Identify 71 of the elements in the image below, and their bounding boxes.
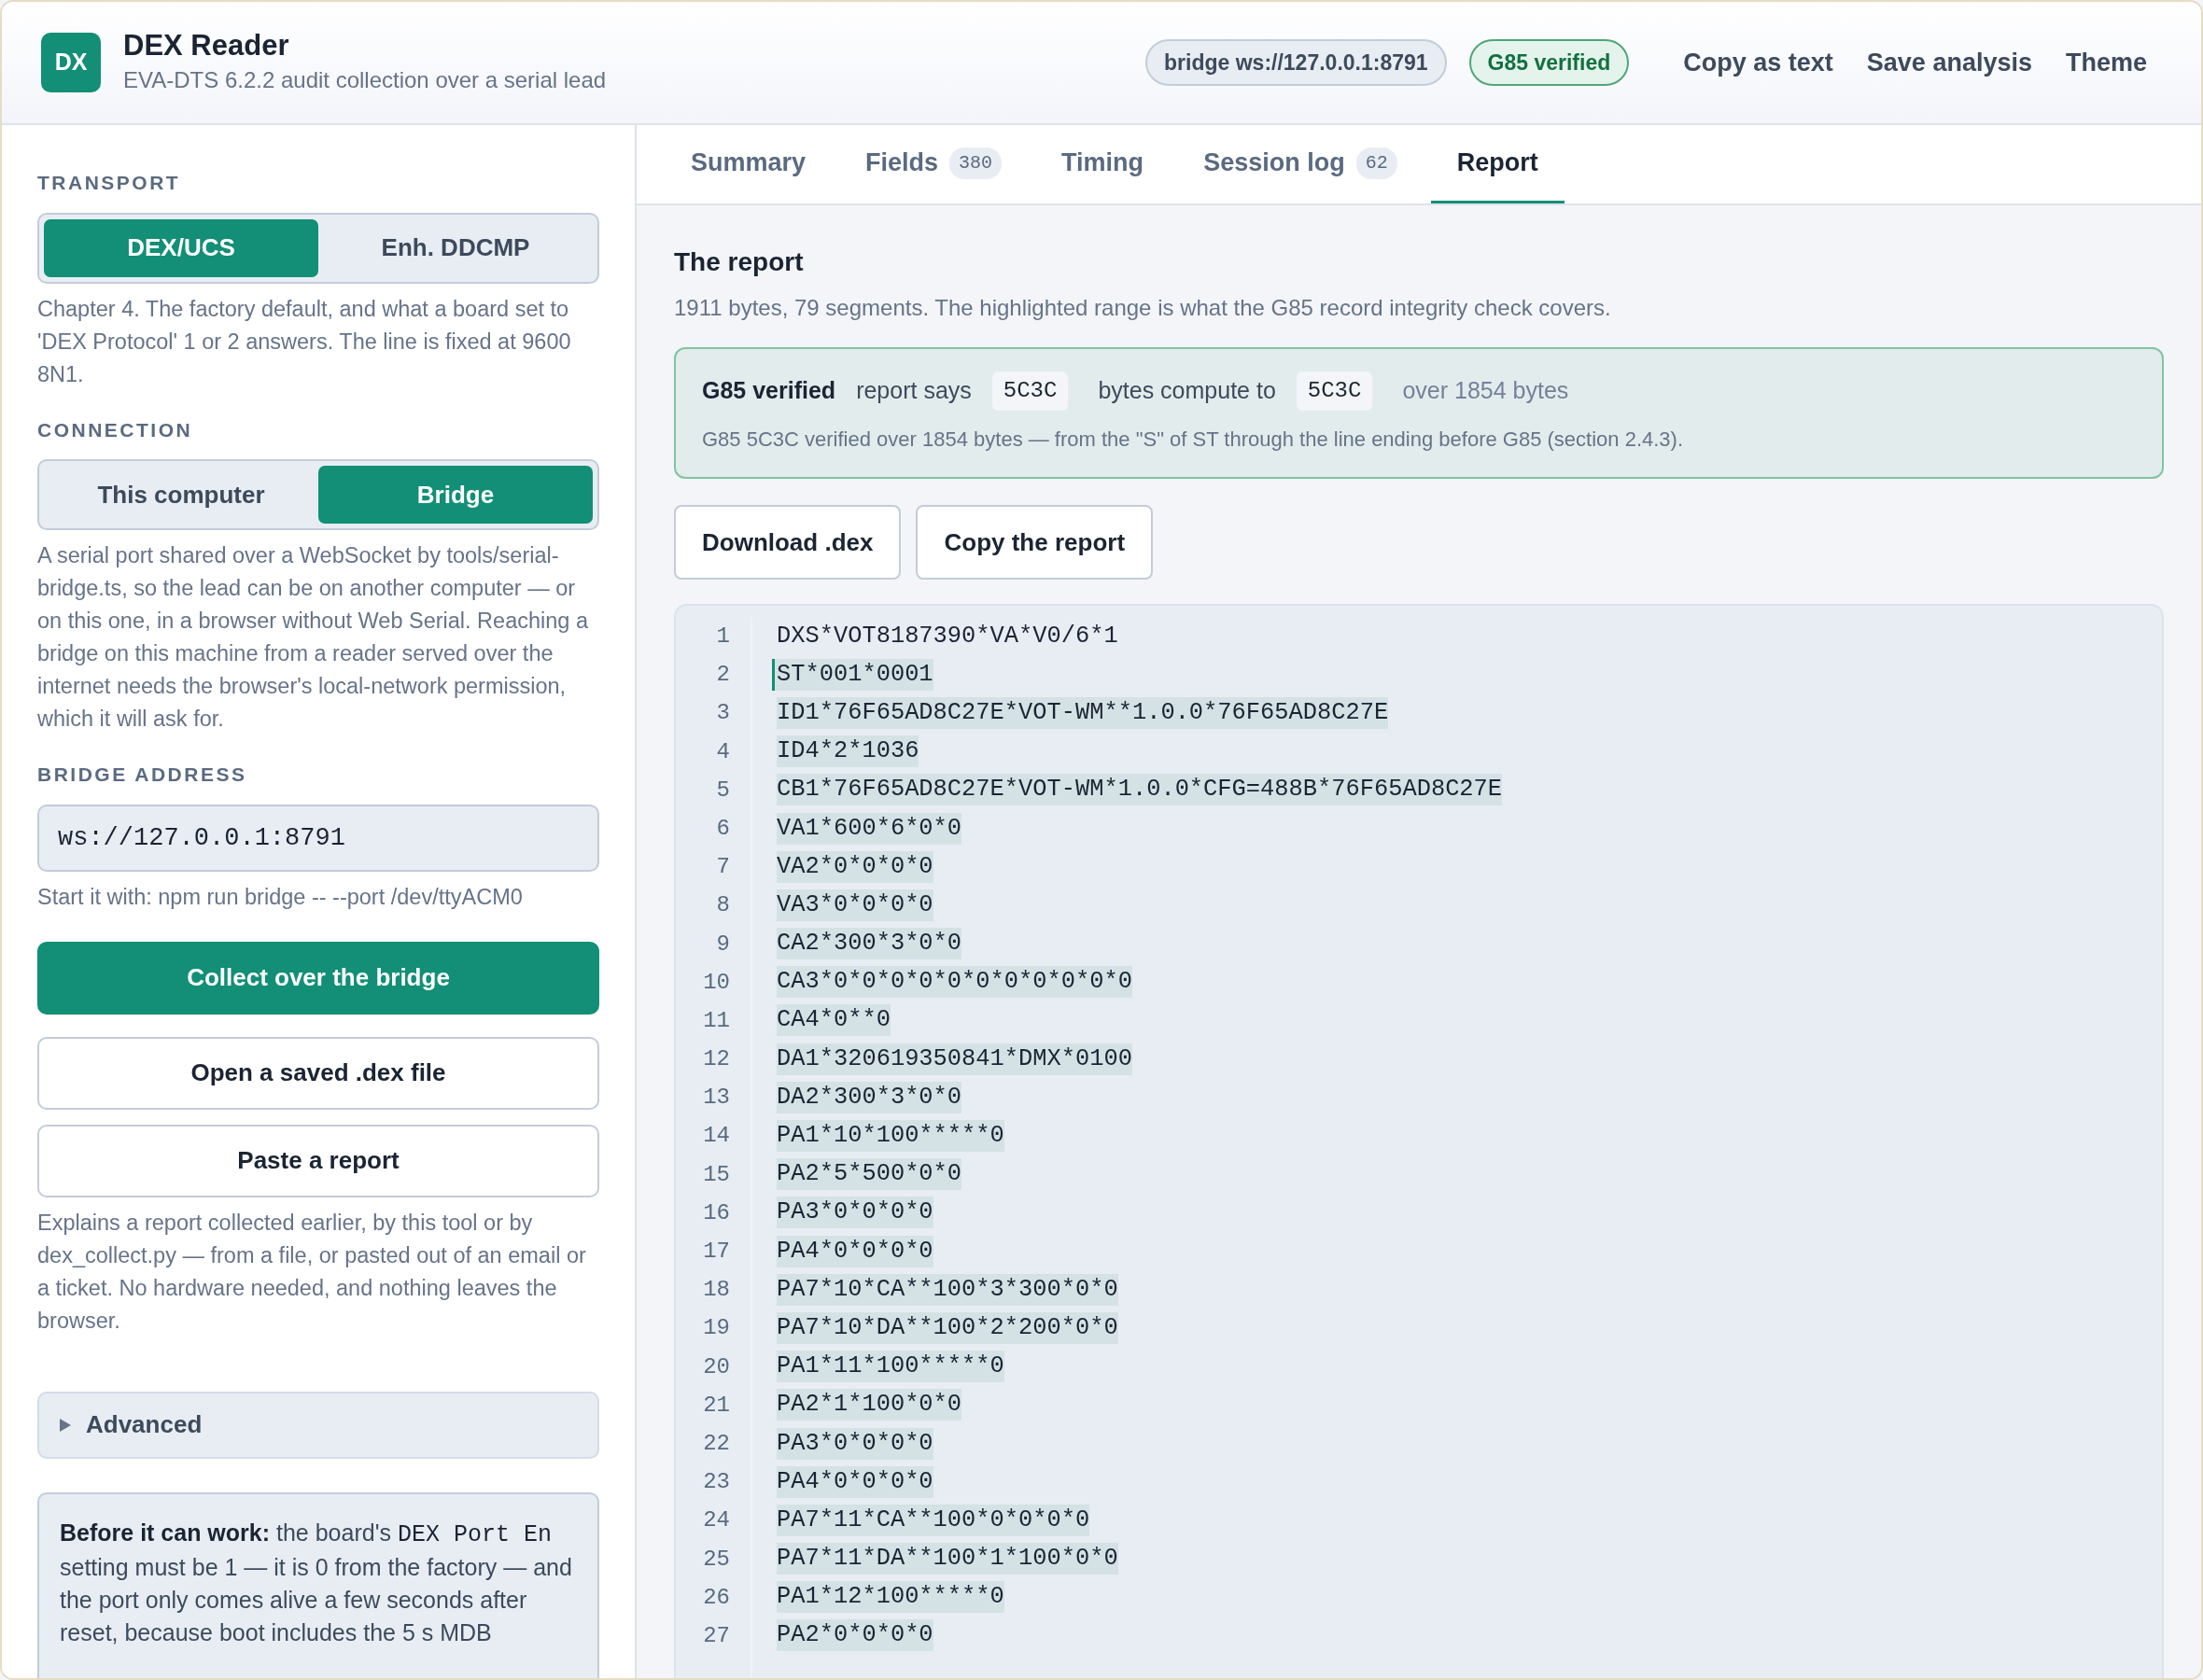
check-label: bytes compute to [1098, 376, 1276, 406]
line-number: 16 [702, 1198, 731, 1227]
line-number: 13 [702, 1084, 731, 1113]
line-number: 10 [702, 968, 731, 997]
line-number: 24 [702, 1506, 731, 1535]
line-number: 6 [715, 814, 731, 843]
count-badge: 62 [1355, 147, 1397, 179]
sidebar-button[interactable]: Collect over the bridge [37, 941, 599, 1015]
status-pill: G85 verified [1468, 38, 1630, 87]
line-number: 21 [702, 1391, 731, 1420]
tab[interactable]: Summary [665, 125, 833, 203]
byte-count: over 1854 bytes [1402, 376, 1569, 406]
line-number: 15 [702, 1160, 731, 1189]
tab[interactable]: Report [1430, 125, 1565, 203]
line-number: 5 [715, 776, 731, 805]
line-number: 26 [702, 1583, 731, 1612]
check-title: G85 verified [702, 376, 836, 406]
line-number: 23 [702, 1468, 731, 1497]
code-line: DXS*VOT8187390*VA*V0/6*1 [777, 621, 1118, 651]
help-text: Explains a report collected earlier, by this tool or by dex_collect.py — from a file, or pasted out of an email or a ticket. No hardware needed, and nothing leaves the browser. [37, 1209, 587, 1335]
header-action-button[interactable]: Copy as text [1666, 43, 1850, 82]
line-number: 22 [702, 1429, 731, 1458]
line-number: 14 [702, 1122, 731, 1151]
header-action-button[interactable]: Theme [2048, 43, 2164, 82]
tab[interactable]: Timing [1035, 125, 1171, 203]
line-number: 8 [715, 891, 731, 920]
section-heading: BRIDGE ADDRESS [37, 763, 248, 787]
line-number: 17 [702, 1238, 731, 1266]
segment-option[interactable]: DEX/UCS [44, 218, 318, 277]
count-badge: 380 [949, 147, 1003, 179]
checksum-value: 5C3C [1296, 371, 1373, 411]
help-text: Chapter 4. The factory default, and what a board set to 'DEX Protocol' 1 or 2 answers. The line is fixed at 9600 8N1. [37, 295, 572, 388]
line-number: 19 [702, 1314, 731, 1343]
section-heading: TRANSPORT [37, 171, 182, 195]
line-number: 12 [702, 1045, 731, 1074]
app-subtitle: EVA-DTS 6.2.2 audit collection over a serial lead [123, 65, 608, 94]
report-button[interactable]: Copy the report [916, 505, 1154, 580]
line-number: 3 [715, 699, 731, 728]
check-detail: G85 5C3C verified over 1854 bytes — from the "S" of ST through the line ending before G85 (section 2.4.3). [702, 427, 1684, 453]
report-summary: 1911 bytes, 79 segments. The highlighted range is what the G85 record integrity check covers. [674, 294, 1612, 322]
report-button[interactable]: Download .dex [674, 505, 902, 580]
sidebar-button[interactable]: Open a saved .dex file [37, 1036, 599, 1110]
line-number: 25 [702, 1545, 731, 1574]
header-action-button[interactable]: Save analysis [1849, 43, 2049, 82]
line-number: 11 [702, 1006, 731, 1035]
line-number: 7 [715, 853, 731, 882]
line-number: 27 [702, 1621, 731, 1650]
advanced-toggle[interactable]: Advanced [37, 1391, 599, 1459]
line-number: 4 [715, 737, 731, 766]
line-number: 20 [702, 1352, 731, 1381]
section-title: The report [674, 246, 805, 278]
tab[interactable]: Fields 380 [839, 125, 1029, 203]
hint-text: Start it with: npm run bridge -- --port /dev/ttyACM0 [37, 883, 524, 911]
section-heading: CONNECTION [37, 417, 194, 442]
line-number: 1 [715, 623, 731, 651]
segment-option[interactable]: Enh. DDCMP [318, 218, 593, 277]
address-field[interactable]: ws://127.0.0.1:8791 [37, 804, 599, 872]
segment-option[interactable]: This computer [44, 466, 318, 524]
connection-pill: bridge ws://127.0.0.1:8791 [1145, 38, 1447, 87]
line-number: 18 [702, 1276, 731, 1305]
segment-option[interactable]: Bridge [318, 466, 593, 524]
check-label: report says [856, 376, 972, 406]
line-number: 9 [715, 930, 731, 959]
tab[interactable]: Session log 62 [1177, 125, 1424, 203]
app-title: DEX Reader [123, 28, 290, 63]
note-text: Before it can work: the board's DEX Port En setting must be 1 — it is 0 from the factory — and the port only comes alive a few seconds after reset, because boot includes the 5 s MDB [60, 1518, 573, 1647]
checksum-value: 5C3C [991, 371, 1069, 411]
sidebar-button[interactable]: Paste a report [37, 1124, 599, 1197]
help-text: A serial port shared over a WebSocket by tools/serial-bridge.ts, so the lead can be on another computer — or on this one, in a browser without Web Serial. Reaching a bridge on this machine from a reader served over the internet needs the browser's local-network permission, which it will ask for. [37, 542, 589, 733]
app-logo: DX [41, 33, 101, 92]
line-number: 2 [715, 661, 731, 690]
